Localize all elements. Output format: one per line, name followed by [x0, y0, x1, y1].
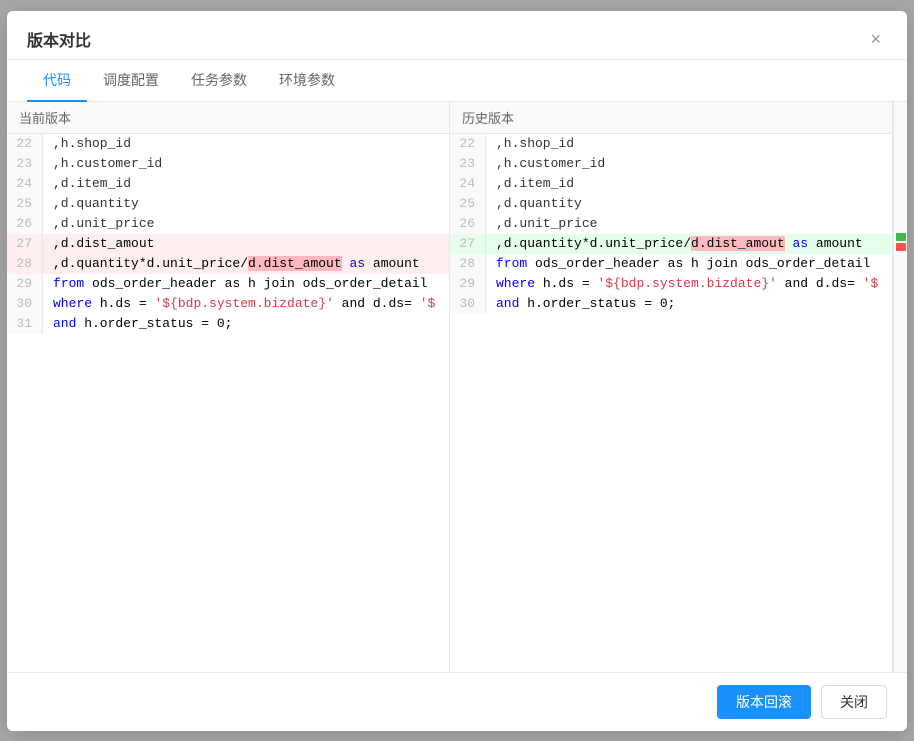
- modal-footer: 版本回滚 关闭: [7, 672, 907, 731]
- table-row: 26 ,d.unit_price: [450, 214, 892, 234]
- diff-container: 当前版本 22 ,h.shop_id 23 ,h.customer_id 24: [7, 102, 907, 672]
- table-row: 29 where h.ds = '${bdp.system.bizdate}' …: [450, 274, 892, 294]
- left-panel: 当前版本 22 ,h.shop_id 23 ,h.customer_id 24: [7, 102, 450, 672]
- version-diff-modal: 版本对比 × 代码 调度配置 任务参数 环境参数 当前版本 22 ,h.shop…: [7, 11, 907, 731]
- table-row: 27 ,d.quantity*d.unit_price/d.dist_amout…: [450, 234, 892, 254]
- table-row: 30 where h.ds = '${bdp.system.bizdate}' …: [7, 294, 449, 314]
- tab-code[interactable]: 代码: [27, 60, 87, 102]
- tab-env-params[interactable]: 环境参数: [263, 60, 351, 102]
- table-row: 22 ,h.shop_id: [450, 134, 892, 154]
- diff-minimap: [893, 102, 907, 672]
- rollback-button[interactable]: 版本回滚: [717, 685, 811, 719]
- table-row: 28 ,d.quantity*d.unit_price/d.dist_amout…: [7, 254, 449, 274]
- left-panel-header: 当前版本: [7, 102, 449, 134]
- right-panel: 历史版本 22 ,h.shop_id 23 ,h.customer_id 24: [450, 102, 893, 672]
- close-icon-button[interactable]: ×: [864, 28, 887, 50]
- table-row: 23 ,h.customer_id: [450, 154, 892, 174]
- table-row: 22 ,h.shop_id: [7, 134, 449, 154]
- table-row: 27 ,d.dist_amout: [7, 234, 449, 254]
- table-row: 30 and h.order_status = 0;: [450, 294, 892, 314]
- table-row: 25 ,d.quantity: [7, 194, 449, 214]
- minimap-mark-added: [896, 233, 906, 241]
- right-panel-header: 历史版本: [450, 102, 892, 134]
- left-code-area[interactable]: 22 ,h.shop_id 23 ,h.customer_id 24 ,d.it…: [7, 134, 449, 672]
- close-button[interactable]: 关闭: [821, 685, 887, 719]
- tab-task-params[interactable]: 任务参数: [175, 60, 263, 102]
- modal-header: 版本对比 ×: [7, 11, 907, 60]
- table-row: 26 ,d.unit_price: [7, 214, 449, 234]
- table-row: 31 and h.order_status = 0;: [7, 314, 449, 334]
- table-row: 23 ,h.customer_id: [7, 154, 449, 174]
- table-row: 29 from ods_order_header as h join ods_o…: [7, 274, 449, 294]
- table-row: 24 ,d.item_id: [7, 174, 449, 194]
- table-row: 24 ,d.item_id: [450, 174, 892, 194]
- modal-overlay: 版本对比 × 代码 调度配置 任务参数 环境参数 当前版本 22 ,h.shop…: [0, 0, 914, 741]
- table-row: 28 from ods_order_header as h join ods_o…: [450, 254, 892, 274]
- right-code-area[interactable]: 22 ,h.shop_id 23 ,h.customer_id 24 ,d.it…: [450, 134, 892, 672]
- table-row: 25 ,d.quantity: [450, 194, 892, 214]
- tab-schedule[interactable]: 调度配置: [87, 60, 175, 102]
- tab-bar: 代码 调度配置 任务参数 环境参数: [7, 60, 907, 102]
- minimap-mark-removed: [896, 243, 906, 251]
- modal-title: 版本对比: [27, 27, 91, 51]
